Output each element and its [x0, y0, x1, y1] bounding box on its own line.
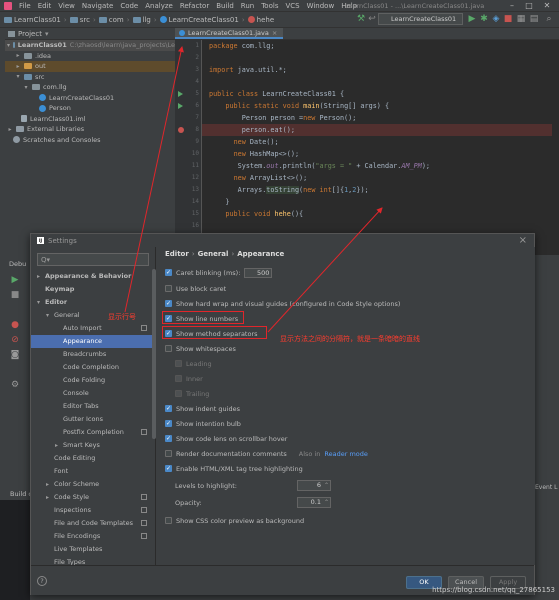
watermark: https://blog.csdn.net/qq_27865153 [432, 586, 555, 594]
annotation-arrow-separators [267, 207, 383, 333]
annotation-arrow-line-numbers [124, 46, 184, 313]
annotation-arrows [124, 46, 383, 333]
